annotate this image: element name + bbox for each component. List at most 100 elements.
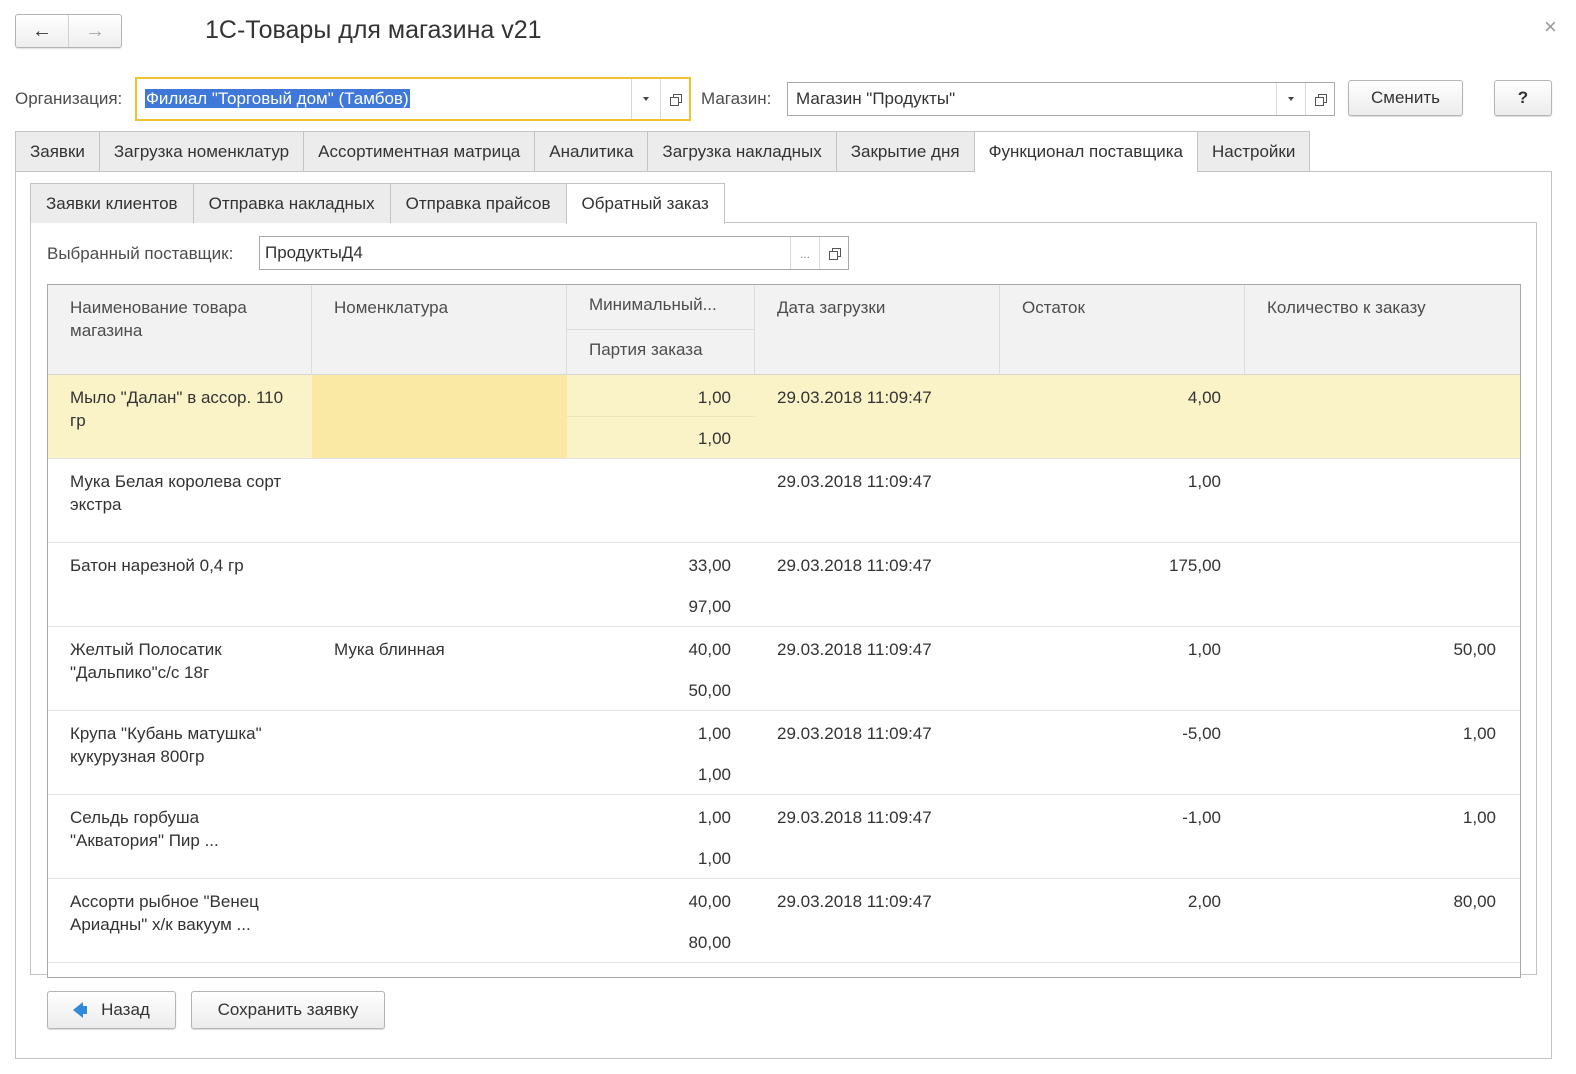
chevron-down-icon [1288,97,1294,101]
table-row[interactable]: Мука Белая королева сорт экстра 29.03.20… [48,459,1520,543]
cell-order-qty [1245,375,1520,458]
cell-nomenclature [312,711,567,794]
cell-nomenclature [312,459,567,542]
open-button[interactable] [1305,83,1334,115]
supplier-value[interactable]: ПродуктыД4 [260,237,790,269]
column-header-date[interactable]: Дата загрузки [755,285,1000,375]
cell-remainder: -5,00 [1182,724,1221,743]
cell-nomenclature [312,543,567,626]
organization-field[interactable]: Филиал "Торговый дом" (Тамбов) [135,77,691,121]
cell-order-qty [1245,543,1520,626]
dropdown-button[interactable] [631,79,660,119]
cell-remainder: -1,00 [1182,808,1221,827]
cell-batch: 97,00 [688,597,731,616]
back-button[interactable]: Назад [47,991,176,1029]
cell-date: 29.03.2018 11:09:47 [777,892,932,911]
cell-nomenclature [312,795,567,878]
tab-nomenclature-load[interactable]: Загрузка номенклатур [98,131,305,171]
column-header-order-qty[interactable]: Количество к заказу [1245,285,1520,375]
cell-remainder: 175,00 [1169,556,1221,575]
column-header-minimal[interactable]: Минимальный... [567,285,755,330]
cell-name: Мыло "Далан" в ассор. 110 гр [70,388,284,430]
cell-minimal: 33,00 97,00 [688,556,731,616]
tab-reverse-order[interactable]: Обратный заказ [565,183,725,224]
cell-date: 29.03.2018 11:09:47 [777,472,932,491]
open-icon [1314,93,1327,106]
navigation-buttons: ← → [15,14,122,48]
main-tabs: Заявки Загрузка номенклатур Ассортиментн… [15,131,1311,172]
column-header-batch[interactable]: Партия заказа [567,330,755,375]
back-button-label: Назад [101,1000,150,1019]
open-button[interactable] [660,79,689,119]
open-icon [669,93,682,106]
cell-minimal [567,459,755,542]
organization-value[interactable]: Филиал "Торговый дом" (Тамбов) [137,79,631,119]
cell-name: Сельдь горбуша "Акватория" Пир ... [70,808,219,850]
cell-batch: 1,00 [697,765,731,784]
cell-name: Мука Белая королева сорт экстра [70,472,282,514]
cell-minimal: 1,00 1,00 [567,375,755,458]
column-header-nomenclature[interactable]: Номенклатура [312,285,567,375]
tab-settings[interactable]: Настройки [1197,131,1311,171]
column-header-name[interactable]: Наименование товара магазина [48,285,312,375]
tab-assortment-matrix[interactable]: Ассортиментная матрица [303,131,536,171]
shop-value[interactable]: Магазин "Продукты" [788,83,1276,115]
cell-order-qty: 1,00 [1462,808,1496,827]
select-button[interactable]: ... [790,237,819,269]
shop-field[interactable]: Магазин "Продукты" [787,82,1335,116]
organization-label: Организация: [15,89,123,108]
tab-requests[interactable]: Заявки [15,131,100,171]
cell-order-qty: 1,00 [1462,724,1496,743]
tab-day-close[interactable]: Закрытие дня [835,131,975,171]
back-arrow-icon[interactable]: ← [16,15,68,47]
app-title: 1С-Товары для магазина v21 [205,16,542,44]
cell-batch: 80,00 [688,933,731,952]
supplier-label: Выбранный поставщик: [47,244,234,263]
help-button[interactable]: ? [1494,80,1552,116]
tab-send-invoices[interactable]: Отправка накладных [192,183,391,223]
tab-send-prices[interactable]: Отправка прайсов [389,183,567,223]
cell-date: 29.03.2018 11:09:47 [777,640,932,659]
cell-remainder: 1,00 [1187,472,1221,491]
table-row[interactable]: Мыло "Далан" в ассор. 110 гр 1,00 1,00 29… [48,375,1520,459]
back-arrow-icon [73,1002,88,1018]
table-row[interactable]: Батон нарезной 0,4 гр 33,00 97,00 29.03.2… [48,543,1520,627]
tab-supplier-functions[interactable]: Функционал поставщика [973,131,1198,172]
column-header-remainder[interactable]: Остаток [1000,285,1245,375]
cell-order-qty [1245,459,1520,542]
cell-remainder: 4,00 [1187,388,1221,407]
chevron-down-icon [643,97,649,101]
open-button[interactable] [819,237,848,269]
cell-nomenclature [312,879,567,962]
cell-batch: 1,00 [697,429,731,448]
cell-batch: 50,00 [688,681,731,700]
cell-nomenclature[interactable] [312,375,567,458]
cell-minimal: 40,00 50,00 [688,640,731,700]
dropdown-button[interactable] [1276,83,1305,115]
cell-name: Крупа "Кубань матушка" кукурузная 800гр [70,724,262,766]
cell-name: Желтый Полосатик "Дальпико"с/с 18г [70,640,222,682]
supplier-field[interactable]: ПродуктыД4 ... [259,236,849,270]
tab-client-requests[interactable]: Заявки клиентов [30,183,194,223]
cell-order-qty: 50,00 [1453,640,1496,659]
cell-batch: 1,00 [697,849,731,868]
table-row[interactable]: Ассорти рыбное "Венец Ариадны" х/к вакуу… [48,879,1520,963]
open-icon [828,247,841,260]
table-row[interactable]: Желтый Полосатик "Дальпико"с/с 18г Мука … [48,627,1520,711]
change-button[interactable]: Сменить [1348,80,1463,116]
reverse-order-table[interactable]: Наименование товара магазина Номенклатур… [47,284,1521,978]
cell-date: 29.03.2018 11:09:47 [777,388,932,407]
close-icon[interactable]: × [1544,14,1557,40]
forward-arrow-icon[interactable]: → [68,15,121,47]
table-row[interactable]: Сельдь горбуша "Акватория" Пир ... 1,00 1… [48,795,1520,879]
cell-nomenclature: Мука блинная [334,640,445,659]
table-row[interactable]: Крупа "Кубань матушка" кукурузная 800гр … [48,711,1520,795]
cell-remainder: 2,00 [1187,892,1221,911]
tab-invoice-load[interactable]: Загрузка накладных [647,131,837,171]
save-request-button[interactable]: Сохранить заявку [191,991,385,1029]
tab-analytics[interactable]: Аналитика [534,131,649,171]
shop-label: Магазин: [701,89,772,108]
cell-minimal: 1,00 1,00 [697,724,731,784]
cell-date: 29.03.2018 11:09:47 [777,556,932,575]
cell-name: Ассорти рыбное "Венец Ариадны" х/к вакуу… [70,892,259,934]
